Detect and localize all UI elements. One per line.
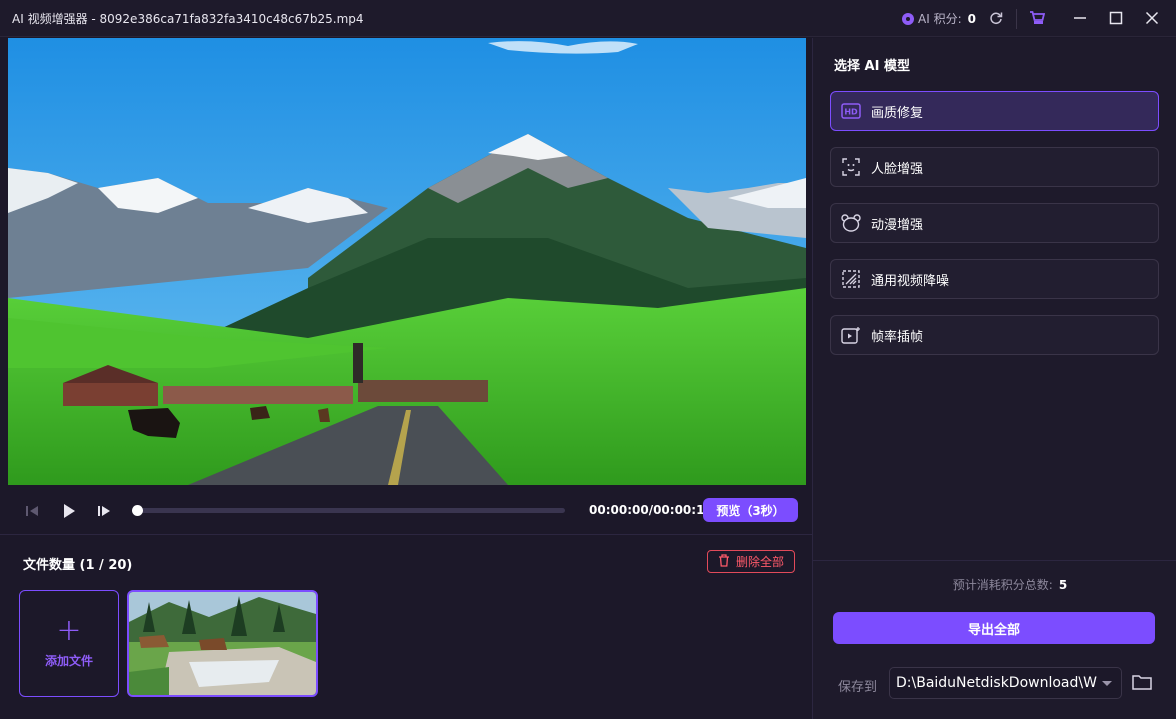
maximize-icon[interactable]	[1106, 8, 1126, 28]
model-section-title: 选择 AI 模型	[834, 59, 910, 74]
refresh-icon[interactable]	[986, 8, 1006, 28]
add-file-label: 添加文件	[44, 654, 93, 668]
video-preview	[8, 38, 806, 485]
window-title: AI 视频增强器 - 8092e386ca71fa832fa3410c48c67…	[12, 12, 364, 26]
export-all-button[interactable]: 导出全部	[833, 612, 1155, 644]
title-separator	[1016, 9, 1017, 29]
right-panel: 选择 AI 模型 HD 画质修复 人脸增强 动漫增强 通用视频降噪 帧率插帧 预…	[812, 38, 1176, 719]
save-path-select[interactable]: D:\BaiduNetdiskDownload\W	[889, 667, 1122, 699]
next-frame-icon[interactable]	[93, 500, 115, 522]
delete-all-button[interactable]: 删除全部	[707, 550, 795, 573]
model-option-anime-enhance[interactable]: 动漫增强	[830, 203, 1159, 243]
ai-points-value: 0	[967, 11, 976, 26]
points-estimate: 预计消耗积分总数: 5	[813, 576, 1176, 593]
trash-icon	[718, 553, 730, 570]
model-label: 动漫增强	[871, 217, 924, 233]
face-scan-icon	[841, 157, 861, 177]
divider	[813, 560, 1176, 561]
save-path-value: D:\BaiduNetdiskDownload\W	[896, 675, 1097, 691]
frame-interp-icon	[841, 325, 861, 345]
minimize-icon[interactable]	[1070, 8, 1090, 28]
file-thumbnail[interactable]	[127, 590, 318, 697]
model-label: 帧率插帧	[871, 329, 924, 345]
estimate-value: 5	[1058, 578, 1068, 592]
ai-points: AI 积分: 0	[902, 10, 976, 27]
folder-icon[interactable]	[1131, 672, 1153, 692]
model-label: 通用视频降噪	[871, 273, 950, 289]
file-count: 文件数量 (1 / 20)	[23, 558, 133, 573]
model-option-quality-repair[interactable]: HD 画质修复	[830, 91, 1159, 131]
plus-icon: +	[56, 613, 82, 648]
delete-all-label: 删除全部	[735, 555, 784, 569]
title-bar: AI 视频增强器 - 8092e386ca71fa832fa3410c48c67…	[0, 0, 1176, 37]
player-controls: 00:00:00/00:00:18 预览（3秒）	[0, 490, 812, 532]
denoise-icon	[841, 269, 861, 289]
model-option-video-denoise[interactable]: 通用视频降噪	[830, 259, 1159, 299]
time-readout: 00:00:00/00:00:18	[589, 503, 713, 517]
ai-points-label: AI 积分:	[918, 12, 962, 26]
hd-icon: HD	[841, 101, 861, 121]
progress-slider[interactable]	[132, 505, 565, 516]
chevron-down-icon	[1102, 681, 1112, 686]
svg-text:HD: HD	[844, 108, 858, 117]
progress-knob[interactable]	[132, 505, 143, 516]
estimate-label: 预计消耗积分总数:	[952, 578, 1053, 592]
close-icon[interactable]	[1142, 8, 1162, 28]
model-option-face-enhance[interactable]: 人脸增强	[830, 147, 1159, 187]
divider	[0, 534, 812, 535]
prev-frame-icon[interactable]	[21, 500, 43, 522]
model-option-frame-interpolation[interactable]: 帧率插帧	[830, 315, 1159, 355]
coin-icon	[902, 12, 914, 25]
cart-icon[interactable]	[1027, 8, 1047, 28]
add-file-button[interactable]: + 添加文件	[19, 590, 119, 697]
model-label: 人脸增强	[871, 161, 924, 177]
play-icon[interactable]	[58, 500, 80, 522]
model-label: 画质修复	[871, 105, 924, 121]
anime-bear-icon	[841, 213, 861, 233]
save-to-label: 保存到	[838, 680, 878, 695]
preview-button[interactable]: 预览（3秒）	[703, 498, 798, 522]
